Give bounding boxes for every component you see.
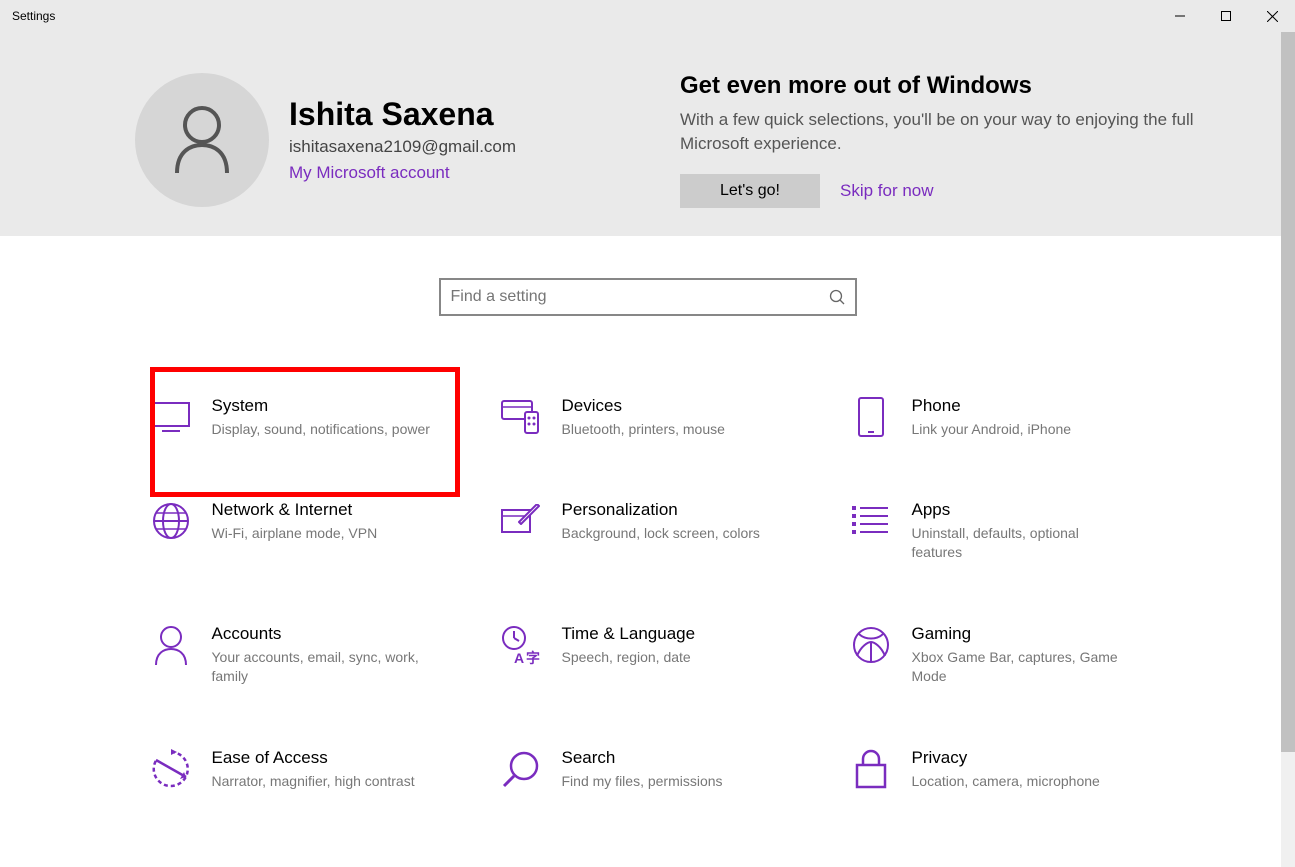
category-title: Network & Internet <box>212 500 378 520</box>
category-desc: Speech, region, date <box>562 648 696 667</box>
category-title: Accounts <box>212 624 432 644</box>
personalization-icon <box>500 500 542 542</box>
search-input[interactable] <box>451 288 829 306</box>
category-apps[interactable]: Apps Uninstall, defaults, optional featu… <box>838 500 1158 562</box>
category-desc: Uninstall, defaults, optional features <box>912 524 1132 562</box>
category-devices[interactable]: Devices Bluetooth, printers, mouse <box>488 396 808 439</box>
time-language-icon: A 字 <box>500 624 542 666</box>
category-desc: Narrator, magnifier, high contrast <box>212 772 415 791</box>
category-title: Personalization <box>562 500 760 520</box>
category-title: Phone <box>912 396 1072 416</box>
apps-icon <box>850 500 892 542</box>
avatar[interactable] <box>135 73 269 207</box>
category-desc: Find my files, permissions <box>562 772 723 791</box>
category-title: Privacy <box>912 748 1100 768</box>
categories-grid: System Display, sound, notifications, po… <box>138 396 1158 791</box>
category-accounts[interactable]: Accounts Your accounts, email, sync, wor… <box>138 624 458 686</box>
category-desc: Wi-Fi, airplane mode, VPN <box>212 524 378 543</box>
category-network[interactable]: Network & Internet Wi-Fi, airplane mode,… <box>138 500 458 562</box>
accounts-icon <box>150 624 192 666</box>
search-icon <box>829 289 845 305</box>
close-button[interactable] <box>1249 0 1295 32</box>
category-desc: Bluetooth, printers, mouse <box>562 420 725 439</box>
lets-go-button[interactable]: Let's go! <box>680 174 820 208</box>
header-panel: Ishita Saxena ishitasaxena2109@gmail.com… <box>0 32 1295 236</box>
category-desc: Your accounts, email, sync, work, family <box>212 648 432 686</box>
system-icon <box>150 396 192 438</box>
search-box[interactable] <box>439 278 857 316</box>
magnifier-icon <box>500 748 542 790</box>
svg-text:A: A <box>514 650 524 665</box>
category-gaming[interactable]: Gaming Xbox Game Bar, captures, Game Mod… <box>838 624 1158 686</box>
ms-account-link[interactable]: My Microsoft account <box>289 163 450 183</box>
skip-link[interactable]: Skip for now <box>840 181 934 201</box>
minimize-button[interactable] <box>1157 0 1203 32</box>
category-desc: Display, sound, notifications, power <box>212 420 430 439</box>
ease-icon <box>150 748 192 790</box>
category-title: Apps <box>912 500 1132 520</box>
category-personalization[interactable]: Personalization Background, lock screen,… <box>488 500 808 562</box>
window-controls <box>1157 0 1295 32</box>
category-privacy[interactable]: Privacy Location, camera, microphone <box>838 748 1158 791</box>
globe-icon <box>150 500 192 542</box>
promo-text: With a few quick selections, you'll be o… <box>680 108 1220 156</box>
category-title: Search <box>562 748 723 768</box>
svg-text:字: 字 <box>526 650 540 665</box>
scrollbar-thumb[interactable] <box>1281 32 1295 752</box>
category-title: Gaming <box>912 624 1132 644</box>
category-desc: Background, lock screen, colors <box>562 524 760 543</box>
devices-icon <box>500 396 542 438</box>
profile-email: ishitasaxena2109@gmail.com <box>289 137 516 157</box>
category-time[interactable]: A 字 Time & Language Speech, region, date <box>488 624 808 686</box>
category-title: Devices <box>562 396 725 416</box>
maximize-button[interactable] <box>1203 0 1249 32</box>
promo-title: Get even more out of Windows <box>680 72 1220 100</box>
avatar-icon <box>171 105 233 175</box>
window-title: Settings <box>12 9 55 23</box>
scrollbar[interactable] <box>1281 32 1295 867</box>
profile-name: Ishita Saxena <box>289 96 516 133</box>
category-desc: Location, camera, microphone <box>912 772 1100 791</box>
category-title: System <box>212 396 430 416</box>
titlebar: Settings <box>0 0 1295 32</box>
category-title: Time & Language <box>562 624 696 644</box>
search-container <box>0 278 1295 316</box>
category-system[interactable]: System Display, sound, notifications, po… <box>138 396 458 439</box>
phone-icon <box>850 396 892 438</box>
gaming-icon <box>850 624 892 666</box>
lock-icon <box>850 748 892 790</box>
category-desc: Link your Android, iPhone <box>912 420 1072 439</box>
category-ease[interactable]: Ease of Access Narrator, magnifier, high… <box>138 748 458 791</box>
category-search[interactable]: Search Find my files, permissions <box>488 748 808 791</box>
category-phone[interactable]: Phone Link your Android, iPhone <box>838 396 1158 439</box>
profile-block: Ishita Saxena ishitasaxena2109@gmail.com… <box>0 72 650 208</box>
category-desc: Xbox Game Bar, captures, Game Mode <box>912 648 1132 686</box>
promo-block: Get even more out of Windows With a few … <box>650 72 1280 208</box>
category-title: Ease of Access <box>212 748 415 768</box>
